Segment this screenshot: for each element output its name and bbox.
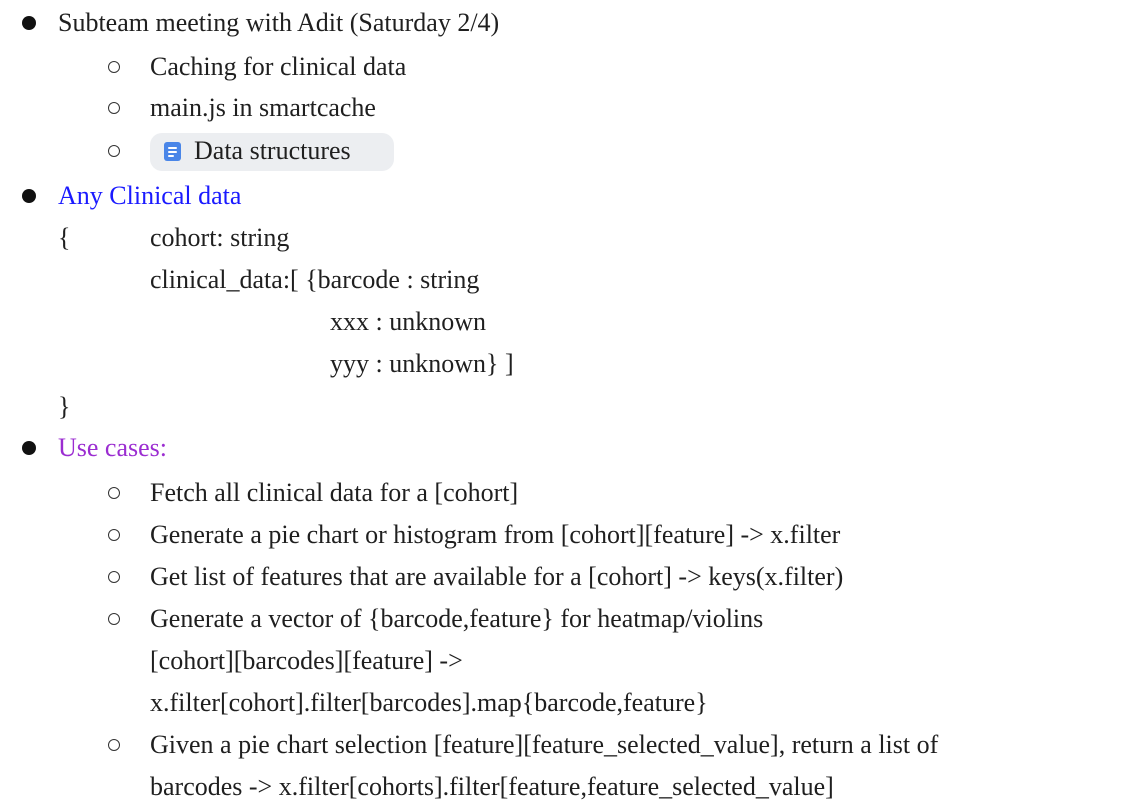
use-case-item: Generate a pie chart or histogram from […: [150, 520, 841, 549]
sub-bullet-circle: [108, 529, 120, 541]
brace-close: }: [58, 392, 71, 421]
bullet-dot: [22, 441, 36, 455]
meeting-title: Subteam meeting with Adit (Saturday 2/4): [58, 8, 500, 37]
use-case-item-continuation: x.filter[cohort].filter[barcodes].map{ba…: [150, 688, 708, 717]
sub-bullet-circle: [108, 487, 120, 499]
meeting-item-mainjs: main.js in smartcache: [150, 93, 376, 122]
use-case-item-continuation: barcodes -> x.filter[cohorts].filter[fea…: [150, 772, 834, 801]
clinical-title: Any Clinical data: [58, 181, 242, 210]
xxx-line: xxx : unknown: [330, 307, 486, 336]
sub-bullet-circle: [108, 61, 120, 73]
sub-bullet-circle: [108, 613, 120, 625]
doc-link-label[interactable]: Data structures: [194, 136, 351, 166]
yyy-line: yyy : unknown} ]: [330, 349, 514, 378]
use-cases-title: Use cases:: [58, 433, 168, 462]
sub-bullet-circle: [108, 739, 120, 751]
meeting-item-caching: Caching for clinical data: [150, 52, 407, 81]
use-case-item-continuation: [cohort][barcodes][feature] ->: [150, 646, 463, 675]
use-case-item: Get list of features that are available …: [150, 562, 844, 591]
use-case-item: Generate a vector of {barcode,feature} f…: [150, 604, 764, 633]
use-case-item: Given a pie chart selection [feature][fe…: [150, 730, 939, 759]
sub-bullet-circle: [108, 102, 120, 114]
document-icon: [164, 142, 181, 161]
clinical-data-line: clinical_data:[ {barcode : string: [150, 265, 480, 294]
use-case-item: Fetch all clinical data for a [cohort]: [150, 478, 519, 507]
brace-open: {: [58, 223, 71, 252]
bullet-dot: [22, 16, 36, 30]
sub-bullet-circle: [108, 145, 120, 157]
cohort-line: cohort: string: [150, 223, 290, 252]
bullet-dot: [22, 189, 36, 203]
sub-bullet-circle: [108, 571, 120, 583]
